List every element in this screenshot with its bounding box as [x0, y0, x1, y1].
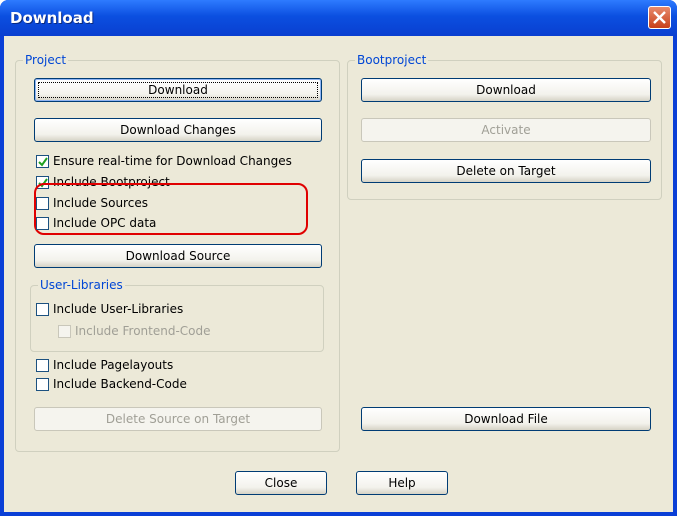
- bootproject-download-button[interactable]: Download: [361, 78, 651, 102]
- download-changes-button[interactable]: Download Changes: [34, 118, 322, 142]
- download-file-label: Download File: [464, 412, 548, 426]
- checkbox-box[interactable]: [36, 197, 49, 210]
- bootproject-download-label: Download: [476, 83, 536, 97]
- include-user-libraries-label: Include User-Libraries: [53, 302, 184, 316]
- title-bar[interactable]: Download: [0, 0, 677, 36]
- checkbox-box: [58, 325, 71, 338]
- checkbox-box[interactable]: [36, 359, 49, 372]
- checkbox-box[interactable]: [36, 217, 49, 230]
- close-icon: [653, 11, 666, 24]
- help-button[interactable]: Help: [356, 471, 448, 495]
- include-pagelayouts-label: Include Pagelayouts: [53, 358, 174, 372]
- checkbox-box[interactable]: [36, 303, 49, 316]
- include-sources-checkbox[interactable]: Include Sources: [36, 196, 236, 212]
- include-frontend-label: Include Frontend-Code: [75, 324, 211, 338]
- activate-label: Activate: [481, 123, 531, 137]
- project-group-label: Project: [23, 53, 69, 67]
- include-opc-checkbox[interactable]: Include OPC data: [36, 216, 236, 232]
- ensure-realtime-label: Ensure real-time for Download Changes: [53, 154, 292, 168]
- focus-rect: [38, 82, 318, 98]
- include-pagelayouts-checkbox[interactable]: Include Pagelayouts: [36, 358, 236, 374]
- bootproject-group-label: Bootproject: [355, 53, 429, 67]
- download-changes-label: Download Changes: [120, 123, 236, 137]
- include-backend-label: Include Backend-Code: [53, 377, 187, 391]
- delete-source-label: Delete Source on Target: [105, 412, 251, 426]
- include-sources-label: Include Sources: [53, 196, 148, 210]
- download-source-button[interactable]: Download Source: [34, 244, 322, 268]
- checkbox-box[interactable]: [36, 378, 49, 391]
- delete-source-button: Delete Source on Target: [34, 407, 322, 431]
- user-libraries-group-label: User-Libraries: [38, 278, 125, 292]
- include-backend-checkbox[interactable]: Include Backend-Code: [36, 377, 236, 393]
- download-source-label: Download Source: [125, 249, 231, 263]
- user-libraries-group: User-Libraries: [30, 278, 324, 352]
- checkbox-box[interactable]: [36, 155, 49, 168]
- ensure-realtime-checkbox[interactable]: Ensure real-time for Download Changes: [36, 154, 296, 170]
- delete-on-target-label: Delete on Target: [456, 164, 556, 178]
- include-opc-label: Include OPC data: [53, 216, 157, 230]
- close-label: Close: [264, 476, 298, 490]
- activate-button: Activate: [361, 118, 651, 142]
- delete-on-target-button[interactable]: Delete on Target: [361, 159, 651, 183]
- download-file-button[interactable]: Download File: [361, 407, 651, 431]
- include-user-libraries-checkbox[interactable]: Include User-Libraries: [36, 302, 236, 318]
- window-title: Download: [10, 9, 94, 27]
- help-label: Help: [388, 476, 416, 490]
- checkmark-icon: [38, 157, 48, 167]
- include-frontend-checkbox: Include Frontend-Code: [58, 324, 258, 340]
- close-button[interactable]: Close: [235, 471, 327, 495]
- dialog-client: Project Download Download Changes Ensure…: [4, 36, 673, 512]
- download-dialog: Download Project Download Download Chang…: [0, 0, 677, 516]
- close-window-button[interactable]: [648, 6, 671, 29]
